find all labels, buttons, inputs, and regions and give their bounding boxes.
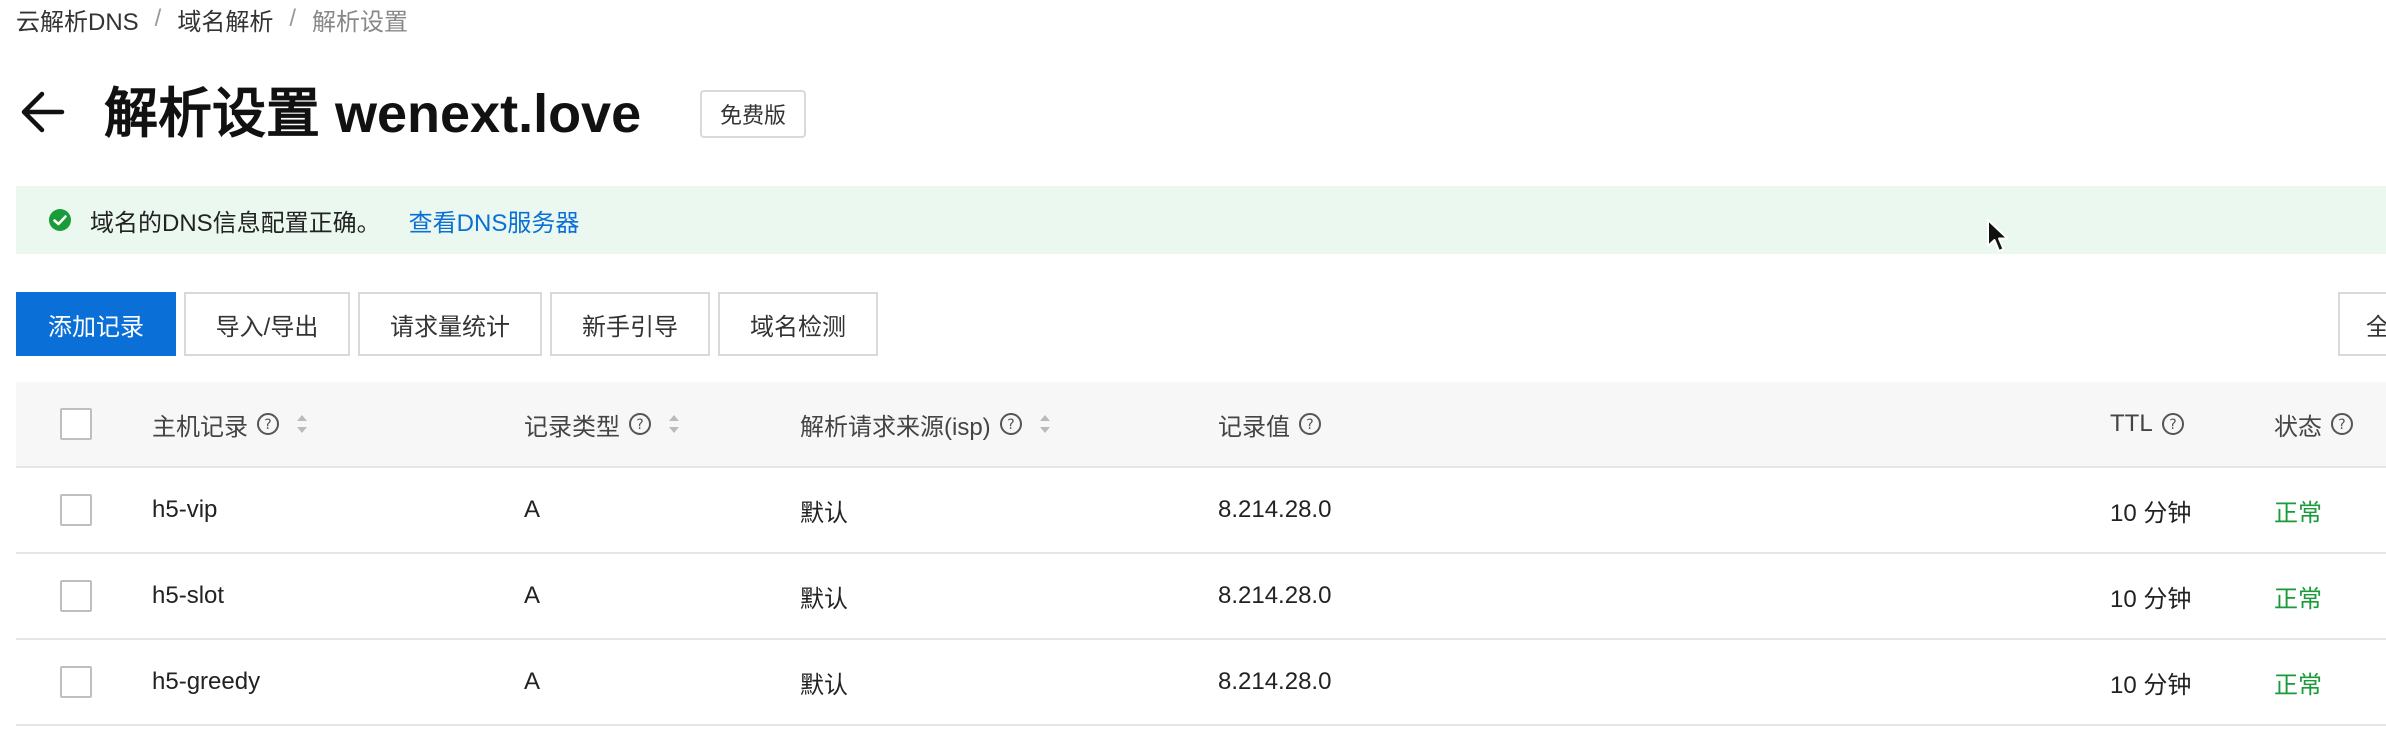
cell-ttl: 10 分钟	[2110, 585, 2192, 613]
cell-status: 正常	[2274, 499, 2322, 527]
cell-ttl: 10 分钟	[2110, 671, 2192, 699]
column-isp-label: 解析请求来源(isp)	[800, 413, 991, 441]
table-header: 主机记录 ? 记录类型 ? 解析请求来源(isp) ? 记录值 ? TTL ? …	[16, 382, 2386, 468]
request-stats-button[interactable]: 请求量统计	[358, 292, 542, 356]
breadcrumb-separator: /	[289, 5, 297, 32]
column-ttl-label: TTL	[2110, 410, 2153, 437]
column-host-label: 主机记录	[152, 413, 248, 441]
help-icon[interactable]: ?	[999, 412, 1023, 436]
cell-host: h5-greedy	[152, 668, 261, 695]
domain-check-button[interactable]: 域名检测	[718, 292, 878, 356]
breadcrumb-item-domain-resolution[interactable]: 域名解析	[177, 2, 273, 37]
cell-host: h5-slot	[152, 582, 225, 609]
help-icon[interactable]: ?	[2161, 412, 2185, 436]
cell-type: A	[524, 668, 541, 695]
back-button[interactable]	[16, 84, 72, 140]
column-status: 状态 ?	[2274, 382, 2354, 466]
cell-isp: 默认	[800, 499, 848, 527]
table-row: h5-vip A 默认 8.214.28.0 10 分钟 正常	[16, 468, 2386, 554]
select-all-checkbox[interactable]	[60, 408, 92, 440]
sort-icon[interactable]	[294, 410, 310, 438]
column-value-label: 记录值	[1218, 413, 1290, 441]
cell-value: 8.214.28.0	[1218, 668, 1332, 695]
alert-message: 域名的DNS信息配置正确。	[90, 209, 381, 237]
svg-text:?: ?	[1007, 417, 1014, 433]
cell-ttl: 10 分钟	[2110, 499, 2192, 527]
cell-type: A	[524, 582, 541, 609]
cell-status: 正常	[2274, 671, 2322, 699]
column-value: 记录值 ?	[1218, 382, 1322, 466]
dns-status-alert: 域名的DNS信息配置正确。 查看DNS服务器	[16, 186, 2386, 254]
svg-text:?: ?	[2169, 417, 2176, 433]
cell-value: 8.214.28.0	[1218, 496, 1332, 523]
table-row: h5-greedy A 默认 8.214.28.0 10 分钟 正常	[16, 640, 2386, 726]
cell-status: 正常	[2274, 585, 2322, 613]
cell-isp: 默认	[800, 671, 848, 699]
row-checkbox[interactable]	[60, 580, 92, 612]
breadcrumb-item-dns[interactable]: 云解析DNS	[16, 2, 139, 37]
help-icon[interactable]: ?	[2330, 412, 2354, 436]
row-checkbox[interactable]	[60, 666, 92, 698]
sort-icon[interactable]	[666, 410, 682, 438]
cell-isp: 默认	[800, 585, 848, 613]
beginner-guide-button[interactable]: 新手引导	[550, 292, 710, 356]
svg-text:?: ?	[1306, 417, 1313, 433]
add-record-button[interactable]: 添加记录	[16, 292, 176, 356]
column-type-label: 记录类型	[524, 413, 620, 441]
right-toolbar-button[interactable]: 全	[2338, 292, 2386, 356]
check-circle-icon	[49, 209, 71, 231]
svg-text:?: ?	[636, 417, 643, 433]
arrow-left-icon	[21, 91, 65, 133]
cell-type: A	[524, 496, 541, 523]
view-dns-servers-link[interactable]: 查看DNS服务器	[409, 203, 580, 238]
breadcrumb-separator: /	[154, 5, 162, 32]
page-title: 解析设置 wenext.love	[104, 84, 642, 144]
table-row: h5-slot A 默认 8.214.28.0 10 分钟 正常	[16, 554, 2386, 640]
row-checkbox[interactable]	[60, 494, 92, 526]
mouse-cursor-icon	[1987, 219, 2009, 252]
help-icon[interactable]: ?	[1298, 412, 1322, 436]
plan-badge: 免费版	[700, 90, 806, 138]
help-icon[interactable]: ?	[256, 412, 280, 436]
breadcrumb: 云解析DNS / 域名解析 / 解析设置	[16, 0, 408, 38]
svg-text:?: ?	[264, 417, 271, 433]
column-type: 记录类型 ?	[524, 382, 682, 466]
import-export-button[interactable]: 导入/导出	[184, 292, 350, 356]
column-ttl: TTL ?	[2110, 382, 2185, 466]
breadcrumb-item-current: 解析设置	[312, 8, 409, 36]
column-host: 主机记录 ?	[152, 382, 310, 466]
cell-host: h5-vip	[152, 496, 218, 523]
help-icon[interactable]: ?	[628, 412, 652, 436]
cell-value: 8.214.28.0	[1218, 582, 1332, 609]
column-status-label: 状态	[2274, 413, 2322, 441]
sort-icon[interactable]	[1037, 410, 1053, 438]
svg-text:?: ?	[2338, 417, 2345, 433]
column-isp: 解析请求来源(isp) ?	[800, 382, 1053, 466]
